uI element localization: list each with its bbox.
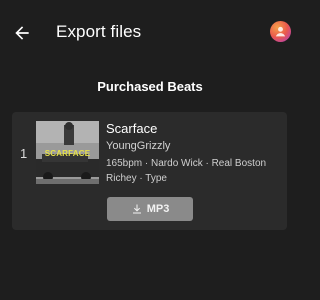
beat-card: 1 SCARFACE Scarface YoungGrizzly 165bpm … — [12, 112, 287, 230]
mp3-download-button[interactable]: MP3 — [107, 197, 193, 221]
mp3-download-label: MP3 — [146, 203, 170, 215]
download-icon — [132, 204, 141, 214]
beat-rank: 1 — [20, 146, 28, 161]
section-heading: Purchased Beats — [97, 79, 203, 94]
beat-producer: YoungGrizzly — [106, 140, 171, 152]
beat-title: Scarface — [106, 121, 158, 136]
user-avatar-icon — [275, 26, 286, 37]
arrow-left-icon — [15, 26, 29, 40]
back-button[interactable] — [10, 21, 34, 45]
user-avatar-button[interactable] — [270, 21, 291, 42]
page-title: Export files — [56, 22, 142, 41]
beat-cover-image: SCARFACE — [36, 121, 99, 184]
beat-tags: 165bpm · Nardo Wick · Real Boston Richey… — [106, 158, 267, 184]
export-files-screen: Export files Purchased Beats 1 SCARFACE … — [0, 0, 300, 300]
top-app-bar: Export files — [0, 0, 300, 64]
beat-cover-text: SCARFACE — [44, 149, 91, 158]
